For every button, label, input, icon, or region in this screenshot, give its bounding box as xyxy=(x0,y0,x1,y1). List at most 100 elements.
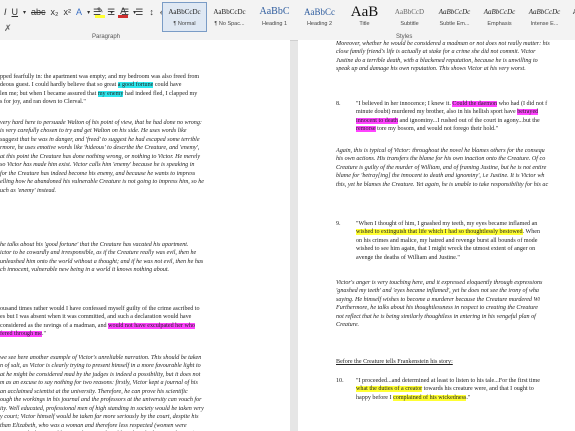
text-line: close family friend's life is actually a… xyxy=(336,49,536,56)
strikethrough-button[interactable]: abc xyxy=(30,7,47,17)
text-line: avenge the deaths of William and Justine… xyxy=(356,254,540,262)
style-name: Intense E... xyxy=(530,21,559,27)
text-line: this, yet he blames the Creature. Yet ag… xyxy=(336,181,549,188)
text-effects-label: A xyxy=(76,7,83,17)
text-run: could have xyxy=(153,82,182,89)
text-line: unleashed him onto the world without a t… xyxy=(0,258,204,265)
style-title[interactable]: AaB Title xyxy=(342,2,387,32)
style-intense-e[interactable]: AaBbCcDc Intense E... xyxy=(522,2,567,32)
styles-gallery: AaBbCcDc ¶ Normal AaBbCcDc ¶ No Spac... AaBb… xyxy=(162,2,575,32)
text-line: ch innocent, vulnerable new being in a w… xyxy=(0,267,170,274)
text-line: es but I was absent when it was committe… xyxy=(0,313,200,321)
text-run: and ignominy...I rushed out of the court… xyxy=(397,117,540,124)
text-run: happy before I xyxy=(356,394,394,401)
highlighted-text: a good fortune xyxy=(117,82,154,89)
align-right-icon[interactable]: ☰ xyxy=(120,7,130,18)
style-preview: AaBbCc xyxy=(304,7,335,17)
list-number-10: 10. xyxy=(336,378,344,384)
style-subtitle[interactable]: AaBbCcD Subtitle xyxy=(387,2,432,32)
text-run: who had (I did not f xyxy=(497,101,548,107)
list-number-9: 9. xyxy=(336,221,341,227)
style-no-spac[interactable]: AaBbCcDc ¶ No Spac... xyxy=(207,2,252,32)
text-run: deous guest. I could hardly believe that… xyxy=(0,82,118,89)
style-strong[interactable]: AaBbCcDcStrong xyxy=(567,2,575,32)
style-emphasis[interactable]: AaBbCcDc Emphasis xyxy=(477,2,522,32)
text-run: towards his creature were, and that I ou… xyxy=(422,386,534,393)
align-left-icon[interactable]: ☰ xyxy=(92,7,102,18)
analysis-paragraph: we see here another example of Victor's … xyxy=(0,354,204,431)
style-preview: AaBbCcDc xyxy=(168,8,201,16)
style-subtle-em[interactable]: AaBbCcDc Subtle Em... xyxy=(432,2,477,32)
text-effects-button[interactable]: A xyxy=(75,7,83,17)
text-line: an acclaimed scientist at the university… xyxy=(0,388,188,395)
text-run: on his crimes and malice, my hatred and … xyxy=(356,237,538,244)
text-line: what the duties of a creator towards his… xyxy=(356,385,540,393)
text-line: so Victor has made him exist. Victor cal… xyxy=(0,162,195,169)
superscript-button[interactable]: x² xyxy=(63,7,73,17)
text-line: ictor to be cowardly and irresponsible, … xyxy=(0,250,197,257)
highlighted-text: innocent to death xyxy=(356,117,398,124)
style-heading-1[interactable]: AaBbC Heading 1 xyxy=(252,2,297,32)
style-preview: AaBbCcDc xyxy=(213,8,246,16)
text-line: considered as the ravings of a madman, a… xyxy=(0,322,200,330)
text-line: wished to see him again, that I might wr… xyxy=(356,245,540,253)
analysis-paragraph: Again, this is typical of Victor: throug… xyxy=(336,147,548,189)
underline-button[interactable]: U xyxy=(11,7,20,17)
text-run: . When xyxy=(522,229,541,236)
text-line: blame for 'betray[ing] the innocent to d… xyxy=(336,173,545,180)
text-line: at he might be considered mad by the jud… xyxy=(0,371,201,378)
text-line: ough the workings in his journal and the… xyxy=(0,397,202,404)
highlighted-text: wished to extinguish that life which I h… xyxy=(356,229,523,236)
dropdown-chevron-icon[interactable]: ▾ xyxy=(22,9,27,16)
style-normal[interactable]: AaBbCcDc ¶ Normal xyxy=(162,2,207,32)
style-name: Emphasis xyxy=(487,21,512,27)
text-line: he talks about his 'good fortune' that t… xyxy=(0,242,189,248)
quote-paragraph-7: pped fearfully in: the apartment was emp… xyxy=(0,73,199,107)
dropdown-chevron-icon[interactable]: ▾ xyxy=(86,9,91,16)
text-line: "When I thought of him, I gnashed my tee… xyxy=(356,220,540,228)
text-run: "I believed in her innocence; I knew it. xyxy=(356,101,453,107)
italic-button[interactable]: I xyxy=(3,7,8,17)
text-run: ." xyxy=(41,331,46,338)
text-run: ousand times rather would I have confess… xyxy=(0,306,200,312)
text-line: not reflect that he is being similarly t… xyxy=(336,313,536,320)
text-run: wished to see him again, that I might wr… xyxy=(356,246,536,253)
quote-item-8: "I believed in her innocence; I knew it.… xyxy=(356,100,547,134)
line-spacing-icon[interactable]: ↕ xyxy=(148,7,155,17)
style-preview: AaBbC xyxy=(259,6,290,17)
text-run: considered as the ravings of a madman, a… xyxy=(0,322,109,329)
text-run: pped fearfully in: the apartment was emp… xyxy=(0,74,200,80)
list-number-8: 8. xyxy=(336,101,341,107)
justify-icon[interactable]: ☰ xyxy=(134,7,144,18)
style-name: Heading 2 xyxy=(306,21,333,27)
document-page-right[interactable]: Moreover, whether he would be considered… xyxy=(298,40,575,431)
align-center-icon[interactable]: ☰ xyxy=(106,7,116,18)
text-run: "I proceeded...and determined at least t… xyxy=(356,378,540,384)
text-run: minute doubt) murdered my brother, also … xyxy=(356,109,518,116)
text-line: Justine do a terrible death, with a blac… xyxy=(336,57,538,64)
text-line: Moreover, whether he would be considered… xyxy=(336,41,550,47)
text-line: at this point the Creature has done noth… xyxy=(0,153,201,160)
text-run: "When I thought of him, I gnashed my tee… xyxy=(356,221,538,227)
text-line: uch as 'enemy' instead. xyxy=(0,187,57,194)
analysis-paragraph: very hard here to persuade Walton of his… xyxy=(0,119,204,195)
analysis-paragraph: Moreover, whether he would be considered… xyxy=(336,40,550,74)
text-line: Creature is guilty of the murder of Will… xyxy=(336,164,547,171)
document-page-left[interactable]: pped fearfully in: the apartment was emp… xyxy=(0,40,290,431)
text-line: m as an excuse to say nothing for two re… xyxy=(0,380,198,387)
style-preview: AaBbCcDc xyxy=(528,8,561,16)
text-line: than Elizabeth, who was a woman and ther… xyxy=(0,422,187,429)
subscript-button[interactable]: x₂ xyxy=(50,7,60,17)
style-heading-2[interactable]: AaBbCc Heading 2 xyxy=(297,2,342,32)
text-line: rmore, he uses emotive words like 'hideo… xyxy=(0,145,200,152)
highlighted-text: remorse xyxy=(356,126,376,133)
text-line: Victor's anger is very touching here, an… xyxy=(336,280,543,286)
clear-format-icon[interactable]: ✗ xyxy=(3,23,13,34)
text-line: remorse tore my bosom, and would not for… xyxy=(356,125,547,133)
highlighted-text: would not have exculpated her who xyxy=(108,322,195,329)
text-line: his own actions. His transfers the blame… xyxy=(336,156,546,163)
text-run: avenge the deaths of William and Justine… xyxy=(356,254,460,261)
highlighted-text: betrayed xyxy=(517,109,539,116)
text-line: 'gnashed my teeth' and 'eyes became infl… xyxy=(336,288,539,295)
text-line: elling how he abandoned his vulnerable C… xyxy=(0,179,204,186)
